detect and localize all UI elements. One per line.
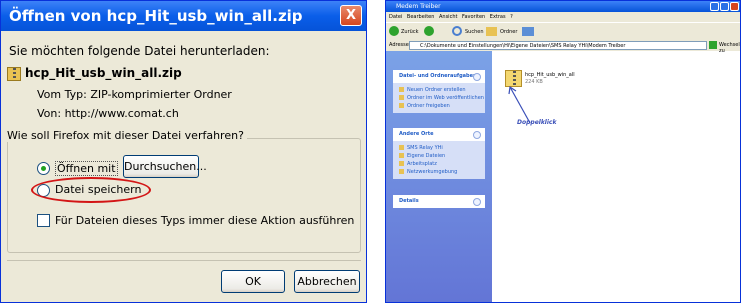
ok-button[interactable]: OK (221, 270, 285, 293)
search-icon[interactable] (452, 26, 462, 36)
places-list: SMS Relay YHi Eigene Dateien Arbeitsplat… (393, 141, 485, 179)
folders-label[interactable]: Ordner (500, 29, 517, 35)
dialog-title: Öffnen von hcp_Hit_usb_win_all.zip (1, 1, 366, 31)
place-item[interactable]: SMS Relay YHi (393, 144, 485, 152)
task-item[interactable]: Neuen Ordner erstellen (393, 86, 485, 94)
close-icon[interactable] (730, 2, 739, 11)
back-icon[interactable] (389, 26, 399, 36)
task-item[interactable]: Ordner freigeben (393, 102, 485, 110)
forward-icon[interactable] (424, 26, 434, 36)
explorer-window: Medem Treiber Datei Bearbeiten Ansicht F… (385, 0, 741, 303)
download-filename: hcp_Hit_usb_win_all.zip (25, 66, 182, 80)
highlight-ellipse (31, 177, 151, 203)
views-icon[interactable] (522, 27, 534, 36)
place-item[interactable]: Eigene Dateien (393, 152, 485, 160)
zip-file-icon (7, 67, 21, 81)
cancel-button[interactable]: Abbrechen (294, 270, 360, 293)
details-title[interactable]: Details (393, 195, 485, 208)
back-label[interactable]: Zurück (401, 29, 418, 35)
dialog-separator (7, 260, 361, 261)
folders-icon[interactable] (486, 27, 497, 36)
search-label[interactable]: Suchen (465, 29, 484, 35)
tasks-title[interactable]: Datei- und Ordneraufgaben (393, 70, 485, 83)
annotation-label: Doppelklick (517, 119, 557, 126)
file-type-line: Vom Typ: ZIP-komprimierter Ordner (37, 88, 232, 101)
browse-button[interactable]: Durchsuchen... (123, 155, 207, 178)
address-input[interactable]: C:\Dokumente und Einstellungen\Hi\Eigene… (409, 41, 707, 50)
file-name-label[interactable]: hcp_Hit_usb_win_all (525, 72, 575, 78)
toolbar: Zurück Suchen Ordner (386, 22, 740, 40)
tasks-list: Neuen Ordner erstellen Ordner im Web ver… (393, 83, 485, 113)
place-item[interactable]: Arbeitsplatz (393, 160, 485, 168)
download-dialog: Öffnen von hcp_Hit_usb_win_all.zip X Sie… (0, 0, 367, 303)
details-box: Details (393, 195, 485, 208)
explorer-title: Medem Treiber (386, 1, 740, 12)
always-checkbox[interactable] (37, 214, 50, 227)
task-item[interactable]: Ordner im Web veröffentlichen (393, 94, 485, 102)
minimize-icon[interactable] (710, 2, 719, 11)
task-pane: Datei- und Ordneraufgaben Neuen Ordner e… (386, 51, 492, 302)
places-box: Andere Orte SMS Relay YHi Eigene Dateien… (393, 128, 485, 179)
open-with-radio[interactable] (37, 162, 50, 175)
open-with-label[interactable]: Öffnen mit (55, 161, 118, 176)
file-source-line: Von: http://www.comat.ch (37, 107, 179, 120)
tasks-box: Datei- und Ordneraufgaben Neuen Ordner e… (393, 70, 485, 113)
places-title[interactable]: Andere Orte (393, 128, 485, 141)
place-item[interactable]: Netzwerkumgebung (393, 168, 485, 176)
action-group-label: Wie soll Firefox mit dieser Datei verfah… (4, 129, 247, 142)
maximize-icon[interactable] (720, 2, 729, 11)
always-label[interactable]: Für Dateien dieses Typs immer diese Akti… (55, 214, 354, 227)
download-prompt: Sie möchten folgende Datei herunterladen… (9, 44, 270, 58)
address-label: Adresse (389, 42, 409, 48)
go-icon[interactable] (709, 41, 717, 49)
close-button[interactable]: X (340, 5, 362, 26)
address-bar: Adresse C:\Dokumente und Einstellungen\H… (386, 40, 740, 54)
go-label[interactable]: Wechseln zu (719, 42, 740, 54)
menu-bar[interactable]: Datei Bearbeiten Ansicht Favoriten Extra… (386, 12, 740, 22)
